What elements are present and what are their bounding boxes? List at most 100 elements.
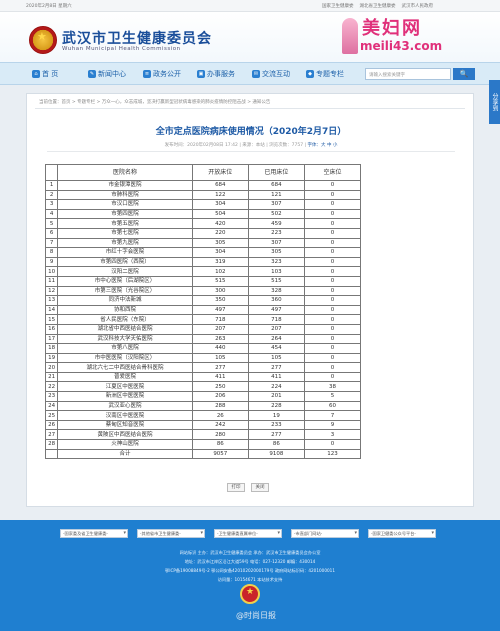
- open-beds-cell: 122: [191, 189, 249, 201]
- table-row: 13 同济中法新城 350 360 0: [44, 295, 362, 306]
- empty-beds-cell: 0: [303, 218, 362, 229]
- hospital-name-cell: 市汉口医院: [57, 199, 193, 210]
- empty-beds-cell: 0: [303, 180, 362, 191]
- nav-item-services[interactable]: ▣ 办事服务: [197, 69, 235, 79]
- footer-watermark: @时尚日报: [236, 611, 276, 620]
- empty-beds-cell: 0: [303, 304, 362, 316]
- link-select[interactable]: -其他省市卫生健康委-: [137, 529, 205, 538]
- row-number-cell: 10: [44, 266, 59, 277]
- used-beds-cell: 105: [247, 352, 305, 364]
- hospital-name-cell: 市第三医院（光谷院区）: [57, 285, 193, 297]
- footer-line: 鄂ICP备19008849号-2 鄂公网安备42010202000179号 政府…: [165, 568, 335, 573]
- table-row: 11 市中心医院（后湖院区） 515 515 0: [44, 275, 362, 287]
- site-title[interactable]: 武汉市卫生健康委员会: [62, 28, 212, 48]
- nav-item-interaction[interactable]: ✉ 交流互动: [252, 69, 290, 79]
- table-row: 10 汉阳二医院 102 103 0: [44, 266, 362, 277]
- empty-beds-cell: 9: [303, 419, 362, 431]
- nav-item-home[interactable]: ⌂ 首 页: [32, 69, 58, 79]
- used-beds-cell: 207: [247, 323, 305, 335]
- font-size-switch[interactable]: 字体：大 中 小: [308, 143, 338, 148]
- table-body: 1 市金银潭医院 684 684 0 2 市肺科医院 122 121 0 3 市汉口医院 304 307 0…: [44, 180, 362, 460]
- search-button[interactable]: 🔍: [453, 68, 475, 80]
- close-button[interactable]: 关闭: [251, 483, 269, 492]
- open-beds-cell: 420: [191, 218, 249, 229]
- used-beds-cell: 497: [247, 304, 305, 316]
- footer-link-selects: -国家委及省卫生健康委- -其他省市卫生健康委- -卫生健康委直属单位- -市直…: [60, 529, 436, 538]
- open-beds-cell: 105: [191, 352, 249, 364]
- used-beds-cell: 86: [247, 439, 305, 450]
- table-row: 28 火神山医院 86 86 0: [44, 439, 362, 450]
- current-date: 2020年2月8日 星期六: [26, 4, 72, 9]
- bed-usage-table: 医院名称 开放床位 已用床位 空床位 1 市金银潭医院 684 684 0 2 市肺科医院 1…: [44, 164, 362, 460]
- empty-beds-cell: 0: [303, 189, 362, 201]
- party-gov-badge-icon[interactable]: [240, 584, 260, 604]
- empty-beds-cell: 0: [303, 237, 362, 249]
- share-side-tab[interactable]: 分享到: [489, 80, 500, 124]
- row-number-cell: 16: [44, 323, 59, 335]
- used-beds-cell: 718: [247, 314, 305, 325]
- table-row: 9 市第四医院（西院） 319 323 0: [44, 256, 362, 268]
- print-button[interactable]: 打印: [227, 483, 245, 492]
- open-beds-cell: 242: [191, 419, 249, 431]
- col-header-empty: 空床位: [303, 164, 362, 181]
- link-select[interactable]: -市直部门网站-: [291, 529, 359, 538]
- hospital-name-cell: 武汉科技大学天佑医院: [57, 333, 193, 345]
- row-number-cell: 26: [44, 419, 59, 431]
- link-select[interactable]: -国家卫健委公众号平台-: [368, 529, 436, 538]
- empty-beds-cell: 0: [303, 323, 362, 335]
- empty-beds-cell: 3: [303, 429, 362, 441]
- open-beds-cell: 206: [191, 391, 249, 402]
- link-select[interactable]: -卫生健康委直属单位-: [214, 529, 282, 538]
- empty-beds-cell: 0: [303, 343, 362, 354]
- col-header-name: 医院名称: [57, 164, 193, 181]
- national-emblem-icon: [29, 26, 57, 54]
- divider: [35, 108, 465, 109]
- breadcrumb[interactable]: 当前位置：首页 > 专题专栏 > 万众一心，众志成城，坚决打赢新型冠状病毒感染的…: [39, 99, 270, 105]
- footer-line: 网站标识 主办：武汉市卫生健康委员会 承办：武汉市卫生健康委员会办公室: [179, 550, 321, 555]
- row-number-cell: 7: [44, 237, 59, 249]
- nav-label: 政务公开: [153, 70, 181, 78]
- row-number-cell: 17: [44, 333, 59, 345]
- top-link[interactable]: 武汉市人民政府: [402, 3, 434, 9]
- col-header-used: 已用床位: [247, 164, 305, 181]
- used-beds-cell: 307: [247, 237, 305, 249]
- open-beds-cell: 207: [191, 323, 249, 335]
- empty-beds-cell: 0: [303, 275, 362, 287]
- empty-beds-cell: 0: [303, 227, 362, 239]
- empty-beds-cell: 0: [303, 285, 362, 297]
- view-count: 7757: [291, 143, 304, 148]
- hospital-name-cell: 黄陂区中西医结合医院: [57, 429, 193, 441]
- open-beds-cell: 411: [191, 371, 249, 383]
- nav-label: 交流互动: [262, 70, 290, 78]
- row-number-cell: 4: [44, 208, 59, 220]
- empty-beds-cell: 0: [303, 266, 362, 277]
- open-beds-cell: 263: [191, 333, 249, 345]
- used-beds-cell: 201: [247, 391, 305, 402]
- empty-beds-cell: 38: [303, 381, 362, 393]
- open-beds-cell: 300: [191, 285, 249, 297]
- nav-item-news[interactable]: ✎ 新闻中心: [88, 69, 126, 79]
- hospital-name-cell: 市第八医院: [57, 343, 193, 354]
- row-number-cell: 6: [44, 227, 59, 239]
- used-beds-cell: 454: [247, 343, 305, 354]
- footer-line: 访问量：10154671 本站技术支持: [217, 577, 283, 582]
- open-beds-cell: 305: [191, 237, 249, 249]
- top-link[interactable]: 湖北省卫生健康委: [360, 3, 396, 9]
- search-input[interactable]: 请输入搜索关键字: [365, 68, 451, 80]
- empty-beds-cell: 0: [303, 295, 362, 306]
- open-beds-cell: 102: [191, 266, 249, 277]
- nav-item-topics[interactable]: ◆ 专题专栏: [306, 69, 344, 79]
- row-number-cell: 13: [44, 295, 59, 306]
- news-icon: ✎: [88, 70, 96, 78]
- open-beds-cell: 304: [191, 199, 249, 210]
- table-row: 26 蔡甸区知音医院 242 233 9: [44, 419, 362, 431]
- top-link[interactable]: 国家卫生健康委: [322, 3, 354, 9]
- row-number-cell: 22: [44, 381, 59, 393]
- action-buttons: 打印 关闭: [227, 483, 269, 492]
- table-row: 7 市第九医院 305 307 0: [44, 237, 362, 249]
- used-beds-cell: 277: [247, 362, 305, 373]
- row-number-cell: 19: [44, 352, 59, 364]
- link-select[interactable]: -国家委及省卫生健康委-: [60, 529, 128, 538]
- empty-beds-cell: 0: [303, 314, 362, 325]
- nav-item-gov-affairs[interactable]: ≡ 政务公开: [143, 69, 181, 79]
